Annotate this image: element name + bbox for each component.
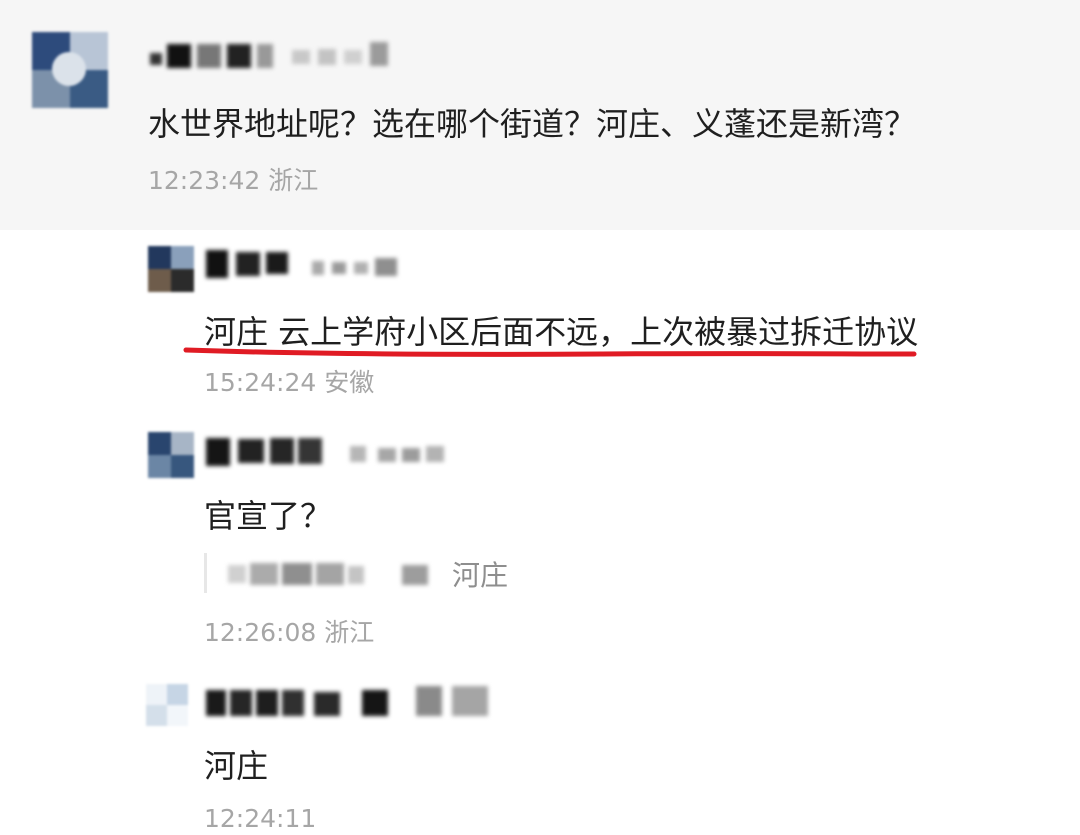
blurred-avatar-icon[interactable] [148, 432, 194, 478]
reply-time: 12:26:08 [204, 618, 317, 647]
blurred-avatar-icon[interactable] [32, 32, 108, 108]
highlight-underline [183, 347, 917, 357]
comment-time: 12:23:42 [148, 166, 261, 195]
reply-time: 15:24:24 [204, 368, 317, 397]
quote-bar [204, 553, 207, 593]
red-underline-path [183, 347, 917, 357]
quote-text: 河庄 [452, 559, 509, 592]
blurred-avatar-icon[interactable] [148, 246, 194, 292]
top-comment-block: 水世界地址呢？选在哪个街道？河庄、义蓬还是新湾？ 12:23:42 浙江 [0, 0, 1080, 230]
reply-meta: 15:24:24 安徽 [204, 368, 374, 398]
comment-text: 水世界地址呢？选在哪个街道？河庄、义蓬还是新湾？ [148, 105, 917, 143]
comment-thread: 水世界地址呢？选在哪个街道？河庄、义蓬还是新湾？ 12:23:42 浙江 河庄 … [0, 0, 1080, 835]
blurred-avatar-icon[interactable] [146, 684, 188, 726]
reply-time: 12:24:11 [204, 804, 317, 833]
reply-location: 安徽 [324, 368, 375, 397]
reply-meta: 12:26:08 浙江 [204, 618, 374, 648]
reply-meta: 12:24:11 [204, 804, 316, 834]
reply-location: 浙江 [324, 618, 375, 647]
reply-text: 河庄 [204, 747, 269, 785]
comment-meta: 12:23:42 浙江 [148, 166, 318, 196]
comment-location: 浙江 [268, 166, 319, 195]
reply-text: 官宣了？ [204, 497, 333, 535]
